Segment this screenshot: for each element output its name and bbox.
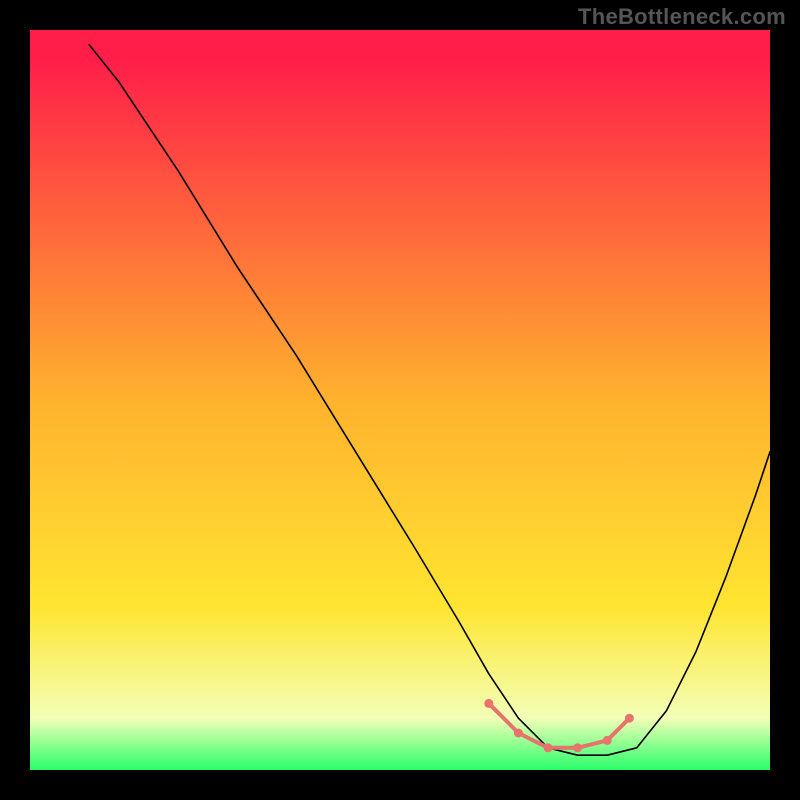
watermark-text: TheBottleneck.com [578,4,786,30]
optimal-range-dot [573,743,582,752]
optimal-range-dot [625,714,634,723]
chart-svg [30,30,770,770]
optimal-range-dot [514,729,523,738]
gradient-background [30,30,770,770]
optimal-range-dot [544,743,553,752]
optimal-range-dot [484,699,493,708]
optimal-range-dot [603,736,612,745]
plot-area [30,30,770,770]
chart-frame: TheBottleneck.com [0,0,800,800]
